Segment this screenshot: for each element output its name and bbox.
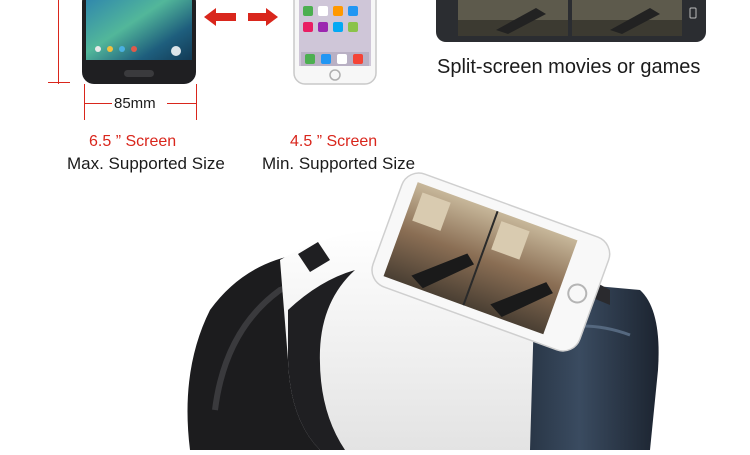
- width-measure-label: 85mm: [114, 95, 156, 112]
- width-dimension-left-tick: [84, 84, 85, 120]
- min-screen-size-label: 4.5 ” Screen: [290, 133, 378, 150]
- width-dimension-line-right: [167, 103, 196, 104]
- vr-headset-icon: [170, 160, 670, 450]
- iphone-icon: [293, 0, 377, 86]
- swap-arrows-icon: [204, 6, 278, 28]
- feature-caption: Split-screen movies or games: [437, 56, 701, 78]
- height-dimension-line: [58, 0, 59, 84]
- dimension-tick: [48, 82, 70, 83]
- width-dimension-right-tick: [196, 84, 197, 120]
- max-screen-size-label: 6.5 ” Screen: [89, 133, 177, 150]
- width-dimension-line-left: [84, 103, 112, 104]
- android-phone-icon: [80, 0, 200, 86]
- split-screen-phone-image: [436, 0, 706, 44]
